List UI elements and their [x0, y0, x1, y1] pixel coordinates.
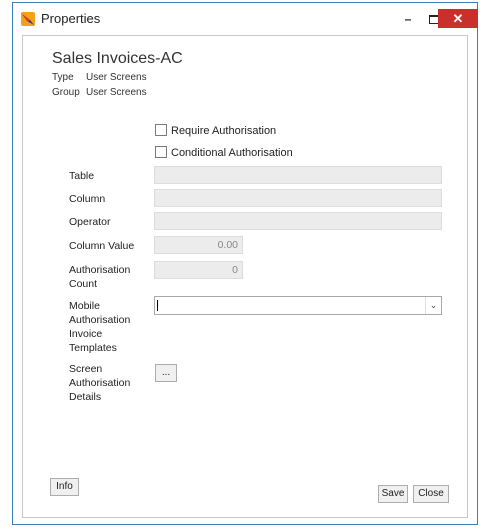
- authorisation-count-label-line2: Count: [69, 278, 98, 290]
- info-button[interactable]: Info: [50, 478, 79, 496]
- group-value: User Screens: [86, 87, 147, 98]
- checkbox-box[interactable]: [155, 146, 167, 158]
- mobile-templates-label-line3: Invoice: [69, 328, 103, 340]
- table-field[interactable]: [154, 166, 442, 184]
- properties-window: Properties – ✕ Sales Invoices-AC Type Use…: [12, 2, 478, 525]
- operator-field[interactable]: [154, 212, 442, 230]
- authorisation-count-label: Authorisation Count: [69, 263, 130, 291]
- column-field[interactable]: [154, 189, 442, 207]
- window-title: Properties: [41, 11, 101, 26]
- checkbox-box[interactable]: [155, 124, 167, 136]
- column-value-field[interactable]: 0.00: [154, 236, 243, 254]
- require-authorisation-label: Require Authorisation: [171, 125, 277, 137]
- screen-details-label-line3: Details: [69, 391, 102, 403]
- app-logo-icon: [21, 12, 35, 26]
- screen-details-label-line2: Authorisation: [69, 377, 131, 389]
- type-label: Type: [52, 72, 74, 83]
- conditional-authorisation-label: Conditional Authorisation: [171, 147, 293, 159]
- page-title: Sales Invoices-AC: [52, 50, 183, 67]
- column-value-label: Column Value: [69, 240, 135, 252]
- mobile-templates-label: Mobile Authorisation Invoice Templates: [69, 299, 130, 355]
- type-row: Type User Screens: [52, 72, 147, 83]
- save-button[interactable]: Save: [378, 485, 408, 503]
- column-label: Column: [69, 193, 106, 205]
- screen-details-label: Screen Authorisation Details: [69, 362, 130, 404]
- close-button[interactable]: Close: [413, 485, 449, 503]
- authorisation-count-label-line1: Authorisation: [69, 264, 131, 276]
- mobile-templates-label-line2: Authorisation: [69, 314, 131, 326]
- mobile-templates-dropdown[interactable]: ⌄: [154, 296, 442, 315]
- mobile-templates-label-line1: Mobile: [69, 300, 100, 312]
- screen-details-ellipsis-button[interactable]: ...: [155, 364, 177, 382]
- type-value: User Screens: [86, 72, 147, 83]
- mobile-templates-label-line4: Templates: [69, 342, 117, 354]
- title-bar[interactable]: Properties – ✕: [13, 3, 478, 33]
- close-window-button[interactable]: ✕: [438, 9, 478, 28]
- table-label: Table: [69, 170, 95, 182]
- screen-details-label-line1: Screen: [69, 363, 103, 375]
- conditional-authorisation-checkbox[interactable]: Conditional Authorisation: [155, 146, 293, 159]
- dialog-body: Sales Invoices-AC Type User Screens Group…: [22, 35, 468, 518]
- minimize-button[interactable]: –: [395, 11, 421, 27]
- authorisation-count-field[interactable]: 0: [154, 261, 243, 279]
- group-row: Group User Screens: [52, 87, 147, 98]
- text-caret: [157, 300, 158, 311]
- operator-label: Operator: [69, 216, 111, 228]
- chevron-down-icon[interactable]: ⌄: [425, 297, 441, 314]
- group-label: Group: [52, 87, 80, 98]
- require-authorisation-checkbox[interactable]: Require Authorisation: [155, 124, 276, 137]
